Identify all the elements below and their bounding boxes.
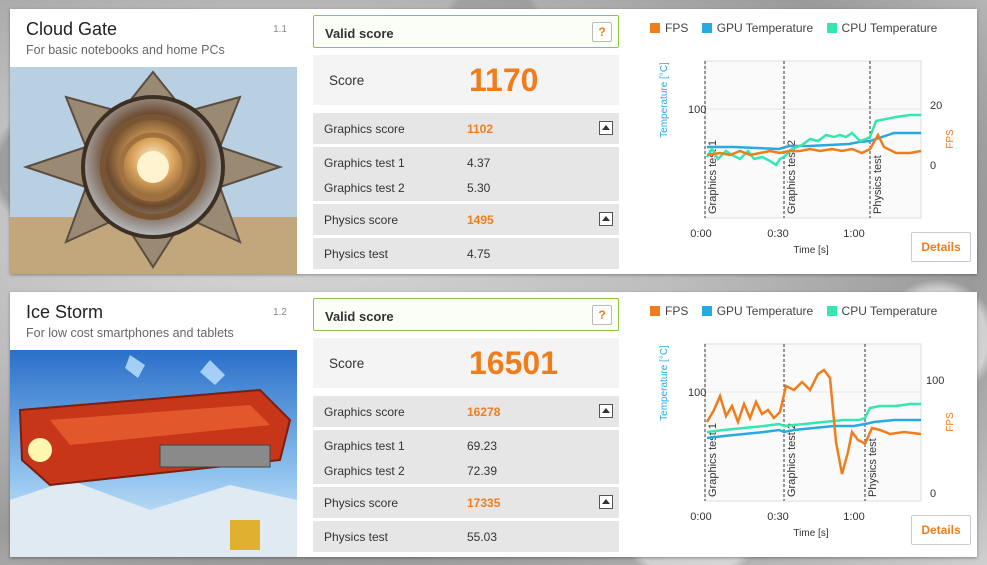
- collapse-graphics-button[interactable]: [599, 404, 613, 418]
- physics-score-label: Physics score: [324, 496, 399, 510]
- overall-score: Score 1170: [313, 55, 619, 105]
- test-version: 1.2: [273, 307, 287, 318]
- x-axis-label: Time [s]: [793, 245, 828, 256]
- valid-score-label: Valid score: [325, 26, 394, 41]
- y-right-label: FPS: [945, 129, 956, 149]
- y-right-tick-top: 100: [926, 375, 944, 387]
- graphics-score-label: Graphics score: [324, 122, 405, 136]
- ice-storm-artwork: [10, 350, 297, 557]
- cloud-gate-result-card: Cloud Gate For basic notebooks and home …: [10, 9, 977, 274]
- physics-test-value: 4.75: [467, 247, 491, 261]
- x-axis-label: Time [s]: [793, 528, 828, 539]
- x-tick-30: 0:30: [767, 228, 788, 240]
- test-title: Cloud Gate: [26, 19, 118, 39]
- physics-score-label: Physics score: [324, 213, 399, 227]
- marker-physics-test: Physics test: [872, 155, 884, 214]
- score-label: Score: [329, 356, 365, 371]
- test-version: 1.1: [273, 24, 287, 35]
- valid-score-bar: Valid score ?: [313, 298, 619, 331]
- graphics-score-value: 16278: [467, 405, 501, 419]
- score-panel: Valid score ? Score 1170 Graphics score …: [313, 15, 619, 274]
- test-subtitle: For basic notebooks and home PCs: [26, 43, 225, 57]
- x-tick-30: 0:30: [767, 511, 788, 523]
- y-right-tick-bottom: 0: [930, 488, 936, 500]
- graphics-score-value: 1102: [467, 122, 494, 136]
- graphics-score-label: Graphics score: [324, 405, 405, 419]
- cloud-gate-artwork: [10, 67, 297, 274]
- physics-test-row: Physics test 55.03: [313, 521, 619, 552]
- details-button[interactable]: Details: [911, 232, 971, 262]
- y-left-label: Temperature [°C]: [659, 62, 670, 138]
- x-tick-0: 0:00: [690, 511, 711, 523]
- overall-score: Score 16501: [313, 338, 619, 388]
- x-tick-60: 1:00: [843, 228, 864, 240]
- graphics-score-row: Graphics score 1102: [313, 113, 619, 144]
- details-button[interactable]: Details: [911, 515, 971, 545]
- collapse-graphics-button[interactable]: [599, 121, 613, 135]
- physics-score-row: Physics score 1495: [313, 204, 619, 235]
- valid-score-label: Valid score: [325, 309, 394, 324]
- collapse-physics-button[interactable]: [599, 495, 613, 509]
- test-title: Ice Storm: [26, 302, 104, 322]
- graphics-score-row: Graphics score 16278: [313, 396, 619, 427]
- physics-test-row: Physics test 4.75: [313, 238, 619, 269]
- graphics-test-1-label: Graphics test 1: [324, 439, 405, 453]
- physics-score-value: 1495: [467, 213, 494, 227]
- test-subtitle: For low cost smartphones and tablets: [26, 326, 234, 340]
- y-left-tick: 100: [688, 387, 706, 399]
- graphics-test-1-value: 69.23: [467, 439, 498, 453]
- collapse-physics-button[interactable]: [599, 212, 613, 226]
- graphics-test-1-value: 4.37: [467, 156, 491, 170]
- physics-test-label: Physics test: [324, 247, 389, 261]
- help-button[interactable]: ?: [592, 305, 612, 325]
- score-panel: Valid score ? Score 16501 Graphics score…: [313, 298, 619, 557]
- test-info: Ice Storm For low cost smartphones and t…: [10, 292, 297, 557]
- y-right-tick-top: 20: [930, 100, 942, 112]
- y-left-label: Temperature [°C]: [659, 345, 670, 421]
- graphics-test-2-value: 5.30: [467, 181, 491, 195]
- y-left-tick: 100: [688, 104, 706, 116]
- marker-graphics-test-1: Graphics test 1: [707, 423, 719, 497]
- score-value: 1170: [469, 62, 539, 98]
- marker-graphics-test-2: Graphics test 2: [786, 423, 798, 497]
- physics-test-label: Physics test: [324, 530, 389, 544]
- monitoring-graph: FPS GPU Temperature CPU Temperature Temp…: [634, 9, 977, 274]
- graphics-test-2-label: Graphics test 2: [324, 181, 405, 195]
- graphics-tests-row: Graphics test 1 69.23 Graphics test 2 72…: [313, 430, 619, 484]
- ice-storm-result-card: Ice Storm For low cost smartphones and t…: [10, 292, 977, 557]
- x-tick-60: 1:00: [843, 511, 864, 523]
- physics-score-row: Physics score 17335: [313, 487, 619, 518]
- graphics-test-1-label: Graphics test 1: [324, 156, 405, 170]
- physics-test-value: 55.03: [467, 530, 498, 544]
- test-info: Cloud Gate For basic notebooks and home …: [10, 9, 297, 274]
- monitoring-graph: FPS GPU Temperature CPU Temperature Temp…: [634, 292, 977, 557]
- score-value: 16501: [469, 345, 558, 381]
- graphics-test-2-label: Graphics test 2: [324, 464, 405, 478]
- y-right-label: FPS: [945, 412, 956, 432]
- x-tick-0: 0:00: [690, 228, 711, 240]
- physics-score-value: 17335: [467, 496, 501, 510]
- valid-score-bar: Valid score ?: [313, 15, 619, 48]
- graphics-tests-row: Graphics test 1 4.37 Graphics test 2 5.3…: [313, 147, 619, 201]
- graphics-test-2-value: 72.39: [467, 464, 498, 478]
- marker-physics-test: Physics test: [867, 438, 879, 497]
- help-button[interactable]: ?: [592, 22, 612, 42]
- y-right-tick-bottom: 0: [930, 160, 936, 172]
- score-label: Score: [329, 73, 365, 88]
